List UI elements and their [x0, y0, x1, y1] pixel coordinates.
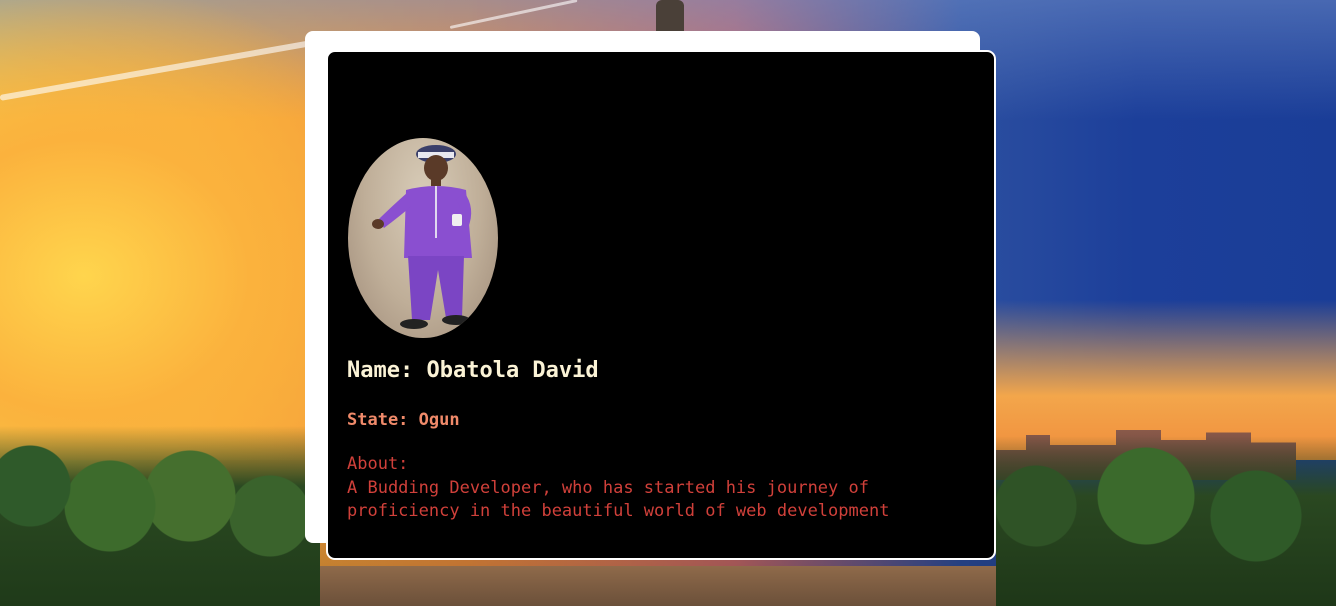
profile-name: Name: Obatola David [347, 358, 599, 383]
trees-left [0, 426, 320, 606]
person-illustration [372, 145, 472, 329]
about-label: About: [347, 454, 409, 474]
about-text: A Budding Developer, who has started his… [347, 478, 890, 521]
profile-photo [348, 138, 498, 338]
tower-top [656, 0, 684, 32]
trees-right [996, 436, 1336, 606]
profile-state: State: Ogun [347, 410, 460, 430]
profile-card: Name: Obatola David State: Ogun About: A… [326, 50, 996, 560]
